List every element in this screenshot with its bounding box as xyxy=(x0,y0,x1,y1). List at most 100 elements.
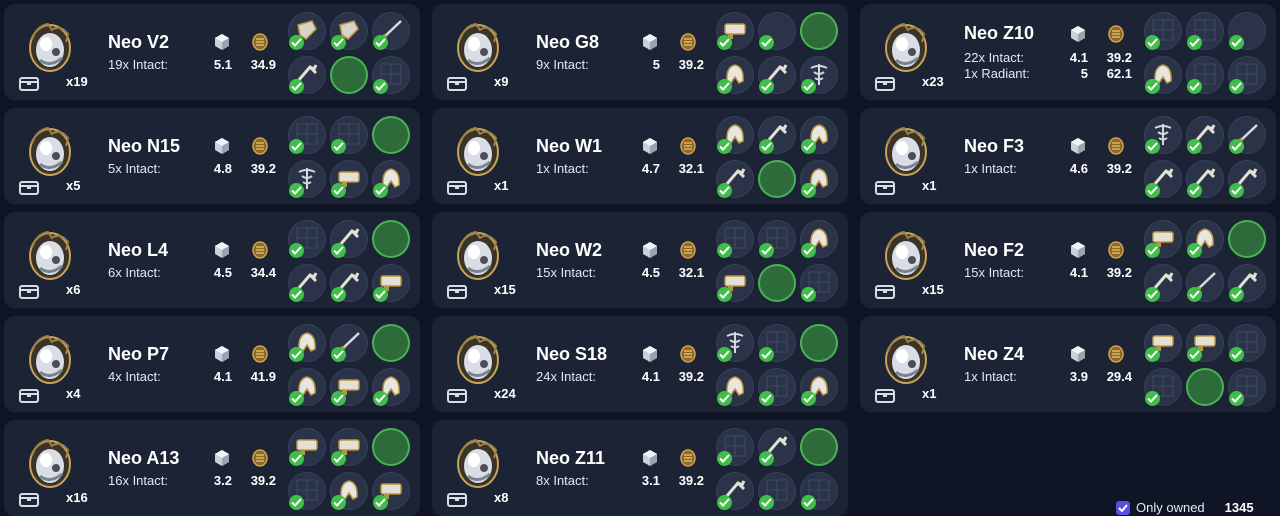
reward-slot[interactable] xyxy=(288,472,326,510)
reward-slot[interactable] xyxy=(1228,116,1266,154)
reward-slot[interactable] xyxy=(716,116,754,154)
reward-slot[interactable] xyxy=(758,368,796,406)
reward-slot[interactable] xyxy=(288,160,326,198)
reward-slot[interactable] xyxy=(800,324,838,362)
only-owned-checkbox[interactable] xyxy=(1116,500,1130,515)
reward-slot[interactable] xyxy=(288,368,326,406)
reward-slot[interactable] xyxy=(1228,324,1266,362)
reward-slot[interactable] xyxy=(372,12,410,50)
reward-slot[interactable] xyxy=(1144,264,1182,302)
reward-slot[interactable] xyxy=(800,368,838,406)
relic-card[interactable]: x23 Neo Z10 22x Intact: 1x Radiant: 4.1 5 39.2… xyxy=(860,4,1276,100)
reward-slot[interactable] xyxy=(1144,324,1182,362)
reward-slot[interactable] xyxy=(800,116,838,154)
reward-slot[interactable] xyxy=(1228,368,1266,406)
reward-slot[interactable] xyxy=(758,160,796,198)
reward-slot[interactable] xyxy=(1228,56,1266,94)
reward-slot[interactable] xyxy=(330,116,368,154)
reward-slot[interactable] xyxy=(372,472,410,510)
reward-slot[interactable] xyxy=(716,12,754,50)
reward-slot[interactable] xyxy=(288,220,326,258)
reward-slot[interactable] xyxy=(800,220,838,258)
reward-slot[interactable] xyxy=(716,56,754,94)
reward-slot[interactable] xyxy=(1186,368,1224,406)
relic-card[interactable]: x6 Neo L4 6x Intact: 4.5 34.4 xyxy=(4,212,420,308)
reward-slot[interactable] xyxy=(372,368,410,406)
reward-slot[interactable] xyxy=(372,116,410,154)
reward-slot[interactable] xyxy=(372,428,410,466)
reward-slot[interactable] xyxy=(1144,116,1182,154)
reward-slot[interactable] xyxy=(758,264,796,302)
relic-card[interactable]: x4 Neo P7 4x Intact: 4.1 41.9 xyxy=(4,316,420,412)
reward-slot[interactable] xyxy=(1144,160,1182,198)
relic-card[interactable]: x19 Neo V2 19x Intact: 5.1 34.9 xyxy=(4,4,420,100)
reward-slot[interactable] xyxy=(330,220,368,258)
reward-slot[interactable] xyxy=(372,264,410,302)
reward-slot[interactable] xyxy=(1186,12,1224,50)
relic-card[interactable]: x8 Neo Z11 8x Intact: 3.1 39.2 xyxy=(432,420,848,516)
reward-slot[interactable] xyxy=(330,472,368,510)
reward-slot[interactable] xyxy=(330,324,368,362)
relic-card[interactable]: x1 Neo W1 1x Intact: 4.7 32.1 xyxy=(432,108,848,204)
reward-slot[interactable] xyxy=(330,12,368,50)
reward-slot[interactable] xyxy=(1228,160,1266,198)
reward-slot[interactable] xyxy=(800,160,838,198)
reward-slot[interactable] xyxy=(330,56,368,94)
reward-slot[interactable] xyxy=(716,220,754,258)
reward-slot[interactable] xyxy=(288,324,326,362)
reward-slot[interactable] xyxy=(372,160,410,198)
reward-slot[interactable] xyxy=(372,324,410,362)
relic-card[interactable]: x5 Neo N15 5x Intact: 4.8 39.2 xyxy=(4,108,420,204)
reward-slot[interactable] xyxy=(1228,12,1266,50)
reward-slot[interactable] xyxy=(800,12,838,50)
reward-slot[interactable] xyxy=(1144,368,1182,406)
reward-slot[interactable] xyxy=(758,428,796,466)
relic-card[interactable]: x24 Neo S18 24x Intact: 4.1 39.2 xyxy=(432,316,848,412)
relic-card[interactable]: x16 Neo A13 16x Intact: 3.2 39.2 xyxy=(4,420,420,516)
reward-slot[interactable] xyxy=(330,264,368,302)
relic-card[interactable]: x9 Neo G8 9x Intact: 5 39.2 xyxy=(432,4,848,100)
refinement-list: 4x Intact: xyxy=(108,369,161,385)
reward-slot[interactable] xyxy=(288,116,326,154)
reward-slot[interactable] xyxy=(758,116,796,154)
reward-slot[interactable] xyxy=(716,472,754,510)
reward-slot[interactable] xyxy=(758,56,796,94)
reward-slot[interactable] xyxy=(1228,264,1266,302)
reward-slot[interactable] xyxy=(330,160,368,198)
relic-card[interactable]: x15 Neo F2 15x Intact: 4.1 39.2 xyxy=(860,212,1276,308)
reward-slot[interactable] xyxy=(1144,56,1182,94)
reward-slot[interactable] xyxy=(1144,12,1182,50)
reward-slot[interactable] xyxy=(758,472,796,510)
reward-slot[interactable] xyxy=(800,428,838,466)
reward-slot[interactable] xyxy=(800,472,838,510)
reward-slot[interactable] xyxy=(716,368,754,406)
reward-slot[interactable] xyxy=(716,324,754,362)
reward-slot[interactable] xyxy=(1228,220,1266,258)
reward-slot[interactable] xyxy=(716,428,754,466)
reward-slot[interactable] xyxy=(1186,56,1224,94)
relic-card[interactable]: x1 Neo F3 1x Intact: 4.6 39.2 xyxy=(860,108,1276,204)
reward-slot[interactable] xyxy=(758,324,796,362)
reward-slot[interactable] xyxy=(1186,116,1224,154)
reward-slot[interactable] xyxy=(288,264,326,302)
reward-slot[interactable] xyxy=(716,160,754,198)
reward-slot[interactable] xyxy=(1186,324,1224,362)
reward-slot[interactable] xyxy=(288,428,326,466)
reward-slot[interactable] xyxy=(372,220,410,258)
relic-card[interactable]: x1 Neo Z4 1x Intact: 3.9 29.4 xyxy=(860,316,1276,412)
reward-slot[interactable] xyxy=(1144,220,1182,258)
reward-slot[interactable] xyxy=(1186,264,1224,302)
reward-slot[interactable] xyxy=(716,264,754,302)
reward-slot[interactable] xyxy=(372,56,410,94)
reward-slot[interactable] xyxy=(758,12,796,50)
reward-slot[interactable] xyxy=(1186,160,1224,198)
reward-slot[interactable] xyxy=(800,264,838,302)
reward-slot[interactable] xyxy=(330,428,368,466)
relic-card[interactable]: x15 Neo W2 15x Intact: 4.5 32.1 xyxy=(432,212,848,308)
reward-slot[interactable] xyxy=(1186,220,1224,258)
reward-slot[interactable] xyxy=(758,220,796,258)
reward-slot[interactable] xyxy=(330,368,368,406)
reward-slot[interactable] xyxy=(800,56,838,94)
reward-slot[interactable] xyxy=(288,12,326,50)
reward-slot[interactable] xyxy=(288,56,326,94)
